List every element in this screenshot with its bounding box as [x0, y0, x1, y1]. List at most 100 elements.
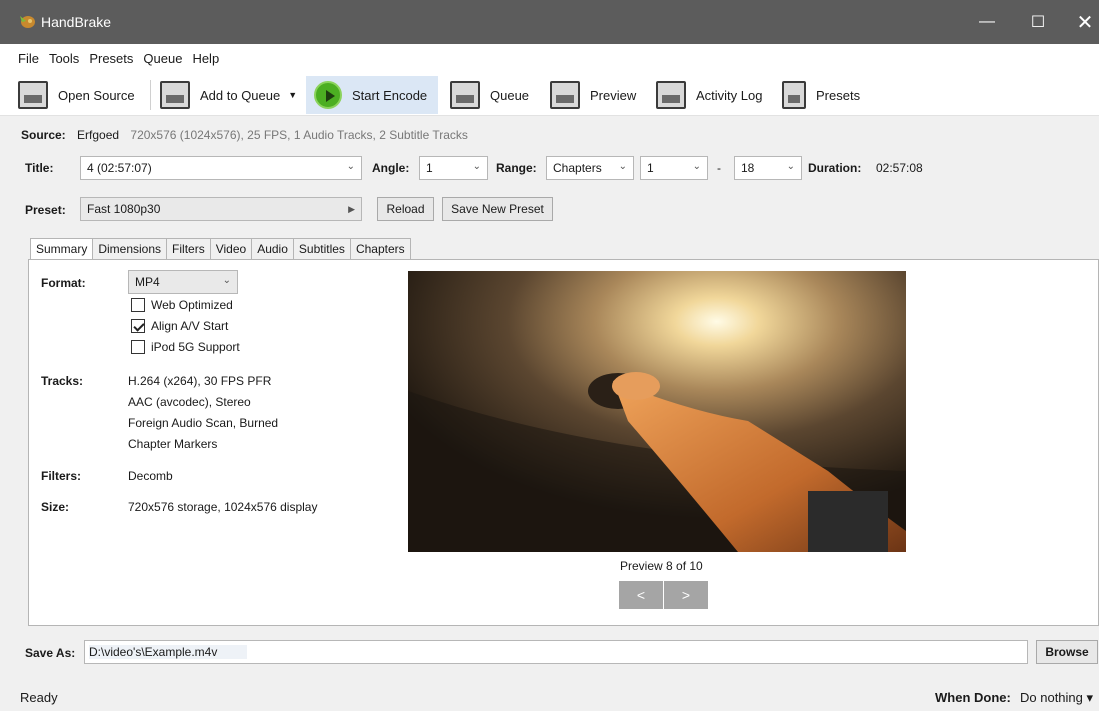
close-button[interactable]: ✕ [1062, 0, 1099, 44]
duration-value: 02:57:08 [876, 161, 923, 175]
status-text: Ready [20, 690, 58, 705]
align-av-checkbox[interactable]: Align A/V Start [131, 319, 228, 333]
ipod-checkbox[interactable]: iPod 5G Support [131, 340, 240, 354]
size-value: 720x576 storage, 1024x576 display [128, 500, 318, 514]
tab-filters[interactable]: Filters [166, 238, 211, 259]
track-chapters: Chapter Markers [128, 437, 218, 451]
chevron-down-icon: ⌄ [692, 161, 701, 172]
preview-icon [550, 81, 580, 109]
format-label: Format: [41, 276, 86, 290]
chevron-down-icon: ⌄ [786, 161, 795, 172]
range-label: Range: [496, 161, 537, 175]
range-start-value: 1 [647, 161, 654, 175]
title-value: 4 (02:57:07) [87, 161, 152, 175]
angle-value: 1 [426, 161, 433, 175]
activity-log-button[interactable]: Activity Log [656, 76, 762, 114]
preset-select[interactable]: Fast 1080p30 ▶ [80, 197, 362, 221]
reload-button[interactable]: Reload [377, 197, 434, 221]
window-title: HandBrake [41, 14, 112, 30]
source-info: Source: Erfgoed 720x576 (1024x576), 25 F… [21, 128, 468, 142]
angle-select[interactable]: 1 ⌄ [419, 156, 488, 180]
menu-tools[interactable]: Tools [49, 51, 79, 66]
align-av-label: Align A/V Start [151, 319, 229, 333]
activity-log-icon [656, 81, 686, 109]
preset-label: Preset: [25, 203, 66, 217]
chevron-down-icon[interactable]: ▼ [288, 90, 297, 100]
tab-dimensions[interactable]: Dimensions [92, 238, 168, 259]
menu-presets[interactable]: Presets [89, 51, 133, 66]
tab-subtitles[interactable]: Subtitles [292, 238, 351, 259]
menu-bar: File Tools Presets Queue Help [0, 44, 1099, 72]
checkbox-unchecked-icon [131, 298, 145, 312]
range-end-select[interactable]: 18 ⌄ [734, 156, 802, 180]
queue-button[interactable]: Queue [450, 76, 529, 114]
range-start-select[interactable]: 1 ⌄ [640, 156, 708, 180]
angle-label: Angle: [372, 161, 410, 175]
toolbar: Open Source Add to Queue ▼ Start Encode … [0, 72, 1099, 116]
status-bar: Ready When Done: Do nothing ▾ [0, 683, 1099, 711]
presets-label: Presets [816, 87, 861, 103]
next-preview-button[interactable]: > [664, 581, 708, 609]
chevron-right-icon: ▶ [348, 204, 355, 214]
open-source-button[interactable]: Open Source [18, 76, 135, 114]
minimize-button[interactable]: — [964, 0, 1010, 44]
toolbar-separator [150, 80, 151, 110]
title-label: Title: [25, 161, 54, 175]
preview-label: Preview [590, 87, 637, 103]
browse-button[interactable]: Browse [1036, 640, 1098, 664]
source-label: Source: [21, 128, 66, 142]
tab-audio[interactable]: Audio [251, 238, 294, 259]
presets-icon [782, 81, 806, 109]
title-bar: HandBrake — ☐ ✕ [0, 0, 1099, 44]
open-source-label: Open Source [58, 87, 135, 103]
tab-chapters[interactable]: Chapters [349, 238, 411, 259]
web-optimized-label: Web Optimized [151, 298, 233, 312]
preview-frame-icon [408, 271, 906, 552]
previous-preview-button[interactable]: < [619, 581, 663, 609]
source-meta: 720x576 (1024x576), 25 FPS, 1 Audio Trac… [130, 128, 468, 142]
preview-image [408, 271, 906, 552]
range-type-value: Chapters [553, 161, 602, 175]
preview-button[interactable]: Preview [550, 76, 636, 114]
save-as-label: Save As: [25, 646, 76, 660]
tab-video[interactable]: Video [209, 238, 253, 259]
filters-value: Decomb [128, 469, 173, 483]
preset-value: Fast 1080p30 [87, 202, 161, 216]
start-encode-button[interactable]: Start Encode [306, 76, 438, 114]
track-subtitle: Foreign Audio Scan, Burned [128, 416, 279, 430]
queue-icon [450, 81, 480, 109]
play-icon [314, 81, 342, 109]
ipod-label: iPod 5G Support [151, 340, 240, 354]
size-label: Size: [41, 500, 70, 514]
start-encode-label: Start Encode [352, 87, 428, 103]
filters-label: Filters: [41, 469, 82, 483]
maximize-button[interactable]: ☐ [1015, 0, 1061, 44]
add-to-queue-label: Add to Queue [200, 87, 281, 103]
menu-file[interactable]: File [18, 51, 39, 66]
format-select[interactable]: MP4 ⌄ [128, 270, 238, 294]
range-type-select[interactable]: Chapters ⌄ [546, 156, 634, 180]
save-as-input[interactable]: D:\video's\Example.m4v [84, 640, 1028, 664]
tab-bar: Summary Dimensions Filters Video Audio S… [30, 238, 411, 261]
handbrake-logo-icon [20, 16, 35, 28]
track-video: H.264 (x264), 30 FPS PFR [128, 374, 272, 388]
add-to-queue-icon [160, 81, 190, 109]
web-optimized-checkbox[interactable]: Web Optimized [131, 298, 233, 312]
tracks-label: Tracks: [41, 374, 84, 388]
save-new-preset-button[interactable]: Save New Preset [442, 197, 553, 221]
format-value: MP4 [135, 275, 160, 289]
film-strip-icon [18, 81, 48, 109]
menu-help[interactable]: Help [192, 51, 219, 66]
range-dash: - [717, 161, 721, 175]
menu-queue[interactable]: Queue [143, 51, 182, 66]
checkbox-unchecked-icon [131, 340, 145, 354]
range-end-value: 18 [741, 161, 755, 175]
chevron-down-icon: ⌄ [346, 161, 355, 172]
title-select[interactable]: 4 (02:57:07) ⌄ [80, 156, 362, 180]
when-done-select[interactable]: Do nothing ▾ [1020, 690, 1093, 706]
presets-button[interactable]: Presets [782, 76, 860, 114]
add-to-queue-button[interactable]: Add to Queue ▼ [160, 76, 297, 114]
tab-summary[interactable]: Summary [30, 238, 94, 261]
when-done-label: When Done: [935, 690, 1011, 705]
track-audio: AAC (avcodec), Stereo [128, 395, 251, 409]
